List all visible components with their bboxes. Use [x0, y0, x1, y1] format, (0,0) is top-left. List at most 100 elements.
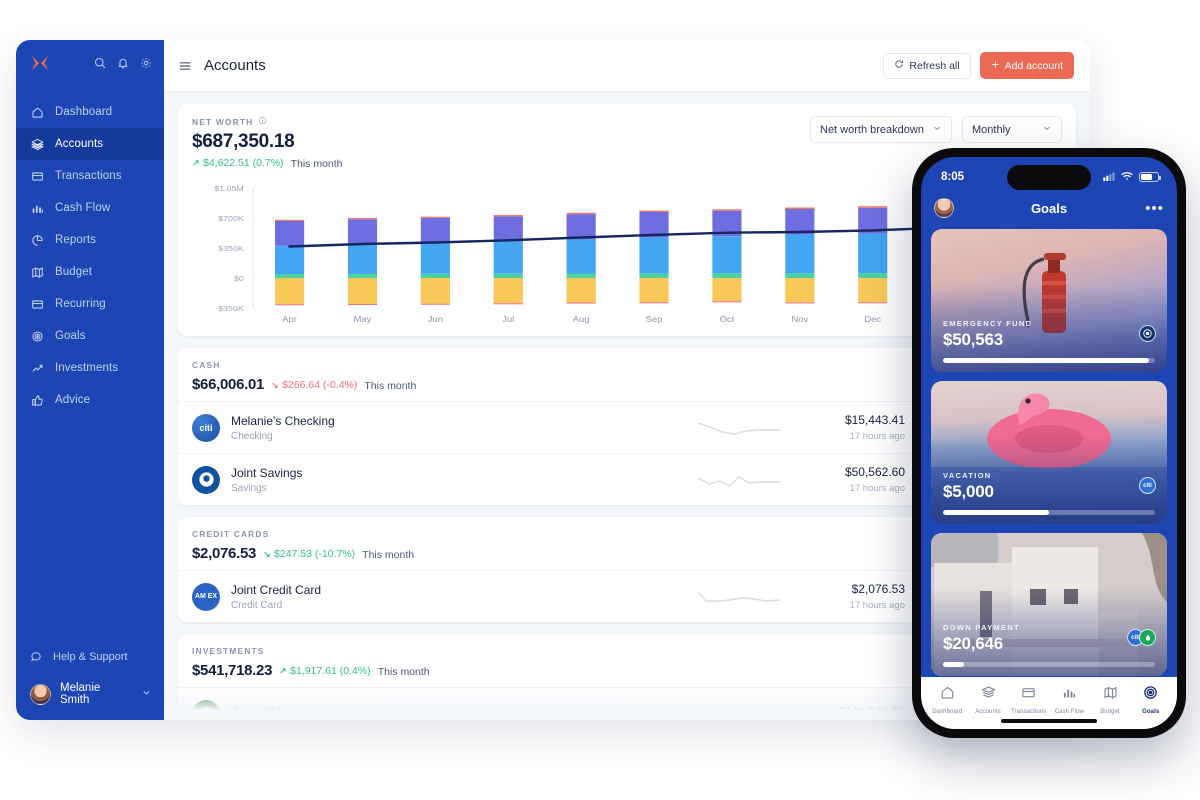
phone-nav-goals[interactable]: Goals — [1130, 685, 1171, 715]
phone-nav-label: Transactions — [1011, 709, 1047, 715]
interval-select-value: Monthly — [972, 123, 1011, 136]
refresh-all-label: Refresh all — [909, 59, 960, 72]
sidebar-item-label: Transactions — [55, 170, 122, 182]
sidebar-item-recurring[interactable]: Recurring — [16, 288, 164, 320]
sidebar-user-menu[interactable]: Melanie Smith — [16, 672, 164, 708]
gear-icon[interactable] — [140, 57, 152, 69]
phone-nav-dashboard[interactable]: Dashboard — [927, 685, 968, 715]
avatar[interactable] — [934, 198, 954, 218]
bell-icon[interactable] — [117, 57, 129, 69]
section-period: This month — [362, 549, 415, 561]
sidebar-item-help-support[interactable]: Help & Support — [16, 642, 164, 672]
phone-nav-transactions[interactable]: Transactions — [1008, 685, 1049, 715]
search-icon[interactable] — [94, 57, 106, 69]
sidebar-item-label: Budget — [55, 266, 93, 278]
section-delta-value: $1,917.61 (0.4%) — [290, 665, 371, 677]
goal-card-body: EMERGENCY FUND $50,563 — [931, 319, 1167, 363]
account-amount: $180,303.88 — [838, 704, 905, 719]
section-amount: $2,076.53 — [192, 545, 257, 562]
account-updated: 17 hours ago — [849, 483, 905, 494]
sidebar-item-advice[interactable]: Advice — [16, 384, 164, 416]
phone-nav-label: Goals — [1142, 709, 1160, 715]
battery-icon — [1139, 172, 1161, 182]
sidebar-item-label: Goals — [55, 330, 86, 342]
goal-label: EMERGENCY FUND — [943, 319, 1033, 328]
sparkline — [696, 468, 782, 492]
interval-select[interactable]: Monthly — [962, 116, 1062, 143]
svg-text:-$350K: -$350K — [215, 305, 244, 313]
section-kicker: INVESTMENTS — [192, 646, 265, 656]
sidebar-item-accounts[interactable]: Accounts — [16, 128, 164, 160]
more-dots-icon[interactable]: ••• — [1144, 201, 1164, 216]
sidebar-nav: Dashboard Accounts Transactions Cash Flo… — [16, 96, 164, 416]
sidebar-header — [16, 40, 164, 82]
add-account-label: Add account — [1004, 59, 1063, 72]
hamburger-icon[interactable] — [178, 59, 192, 73]
svg-text:$700K: $700K — [218, 215, 244, 223]
sidebar-item-goals[interactable]: Goals — [16, 320, 164, 352]
info-icon[interactable] — [258, 116, 267, 127]
add-account-button[interactable]: Add account — [979, 52, 1074, 79]
sidebar-item-reports[interactable]: Reports — [16, 224, 164, 256]
goal-card[interactable]: EMERGENCY FUND $50,563 — [931, 229, 1167, 372]
svg-text:Jun: Jun — [428, 315, 443, 324]
sidebar-user-name: Melanie Smith — [60, 682, 101, 706]
phone-nav-cash-flow[interactable]: Cash Flow — [1049, 685, 1090, 715]
card-icon — [1021, 685, 1036, 705]
svg-text:May: May — [354, 315, 372, 324]
page-title: Accounts — [204, 57, 266, 74]
chevron-down-icon[interactable] — [141, 685, 152, 703]
goal-amount: $20,646 — [943, 634, 1004, 653]
sidebar-help-label: Help & Support — [53, 651, 128, 663]
bank-logo-text: citi — [199, 422, 213, 433]
account-row[interactable]: AM EX Joint Credit Card Credit Card $2,0… — [178, 570, 919, 622]
pie-chart-icon — [30, 233, 44, 247]
chevron-down-icon — [1042, 123, 1052, 136]
sparkline — [696, 702, 782, 721]
refresh-all-button[interactable]: Refresh all — [883, 52, 971, 79]
account-row[interactable]: Joint Savings Savings $50,562.60 17 hour… — [178, 453, 919, 505]
account-amount: $50,562.60 — [844, 465, 905, 479]
sidebar: Dashboard Accounts Transactions Cash Flo… — [16, 40, 164, 720]
phone-nav-label: Accounts — [975, 709, 1001, 715]
account-amount: $2,076.53 — [851, 582, 905, 596]
sidebar-item-label: Advice — [55, 394, 91, 406]
account-row[interactable]: Jon's 401k $180,303.88 — [178, 687, 919, 720]
sidebar-footer: Help & Support Melanie Smith — [16, 642, 164, 720]
svg-text:$350K: $350K — [218, 245, 244, 253]
section-delta-value: $247.53 (-10.7%) — [274, 548, 356, 560]
phone-nav-accounts[interactable]: Accounts — [968, 685, 1009, 715]
sidebar-item-dashboard[interactable]: Dashboard — [16, 96, 164, 128]
account-name: Joint Savings — [231, 465, 303, 480]
goal-card[interactable]: citi DOWN PAYMENT $20,646 — [931, 533, 1167, 676]
goal-card[interactable]: citi VACATION $5,000 — [931, 381, 1167, 524]
accounts-column: CASH $66,006.01 $266.64 (-0.4%) This mon… — [178, 348, 919, 720]
layers-icon — [980, 685, 996, 705]
section-header: CASH $66,006.01 $266.64 (-0.4%) This mon… — [178, 348, 919, 401]
net-worth-delta-value: $4,622.51 (0.7%) — [203, 157, 284, 169]
chevron-down-icon — [932, 123, 942, 136]
sidebar-item-label: Cash Flow — [55, 202, 111, 214]
section-header: INVESTMENTS $541,718.23 $1,917.61 (0.4%)… — [178, 634, 919, 687]
bank-logo-fidelity-icon — [192, 699, 220, 720]
bank-logo-amex-icon: AM EX — [192, 582, 220, 611]
account-row[interactable]: citi Melanie's Checking Checking $15,443… — [178, 401, 919, 453]
chat-icon — [30, 650, 42, 665]
sidebar-item-label: Reports — [55, 234, 96, 246]
card-icon — [30, 169, 44, 183]
breakdown-select[interactable]: Net worth breakdown — [810, 116, 952, 143]
phone-page-title: Goals — [1030, 200, 1068, 216]
sidebar-item-budget[interactable]: Budget — [16, 256, 164, 288]
sidebar-item-transactions[interactable]: Transactions — [16, 160, 164, 192]
app-logo-butterfly-icon[interactable] — [30, 54, 50, 72]
phone-nav-budget[interactable]: Budget — [1090, 685, 1131, 715]
section-delta: $266.64 (-0.4%) — [271, 379, 357, 391]
phone-nav-label: Budget — [1100, 709, 1120, 715]
sidebar-item-cash-flow[interactable]: Cash Flow — [16, 192, 164, 224]
trend-up-icon — [30, 361, 44, 375]
plus-icon — [991, 60, 1000, 72]
sidebar-item-investments[interactable]: Investments — [16, 352, 164, 384]
phone-notch — [1007, 165, 1091, 190]
layers-icon — [30, 137, 44, 151]
phone-goals-list[interactable]: EMERGENCY FUND $50,563 citi VACATION $5,… — [921, 225, 1177, 677]
